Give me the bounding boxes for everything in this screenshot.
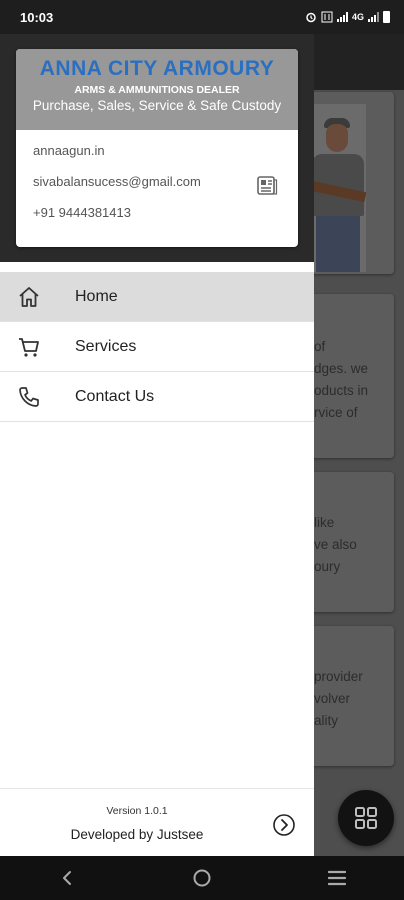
signal-icon <box>336 12 348 22</box>
home-nav-button[interactable] <box>162 856 242 900</box>
drawer-footer: Version 1.0.1 Developed by Justsee <box>0 788 314 856</box>
recents-button[interactable] <box>297 856 377 900</box>
network-type: 4G <box>351 12 364 22</box>
drawer-menu: Home Services Contact Us <box>0 272 314 422</box>
back-button[interactable] <box>27 856 107 900</box>
alarm-icon <box>306 12 316 23</box>
brand-title: ANNA CITY ARMOURY <box>39 57 275 80</box>
status-bar: 10:03 4G <box>0 0 404 34</box>
home-circle-icon <box>193 869 211 887</box>
status-time: 10:03 <box>20 9 54 25</box>
menu-item-services[interactable]: Services <box>0 322 314 372</box>
battery-icon <box>383 11 390 23</box>
menu-label-home: Home <box>75 287 118 305</box>
chevron-right-circle-icon[interactable] <box>272 813 296 837</box>
brand-contact-info: annaagun.in sivabalansucess@gmail.com +9… <box>16 130 298 235</box>
website-link[interactable]: annaagun.in <box>33 142 298 173</box>
grid-icon <box>355 807 377 829</box>
grid-menu-button[interactable] <box>338 790 394 846</box>
status-icons: 4G <box>305 11 390 23</box>
menu-label-services: Services <box>75 337 137 355</box>
navigation-drawer: ANNA CITY ARMOURY ARMS & AMMUNITIONS DEA… <box>0 34 314 856</box>
brand-tagline: Purchase, Sales, Service & Safe Custody <box>32 98 282 113</box>
recents-icon <box>327 870 346 886</box>
menu-item-contact-us[interactable]: Contact Us <box>0 372 314 422</box>
back-icon <box>63 871 72 885</box>
gunsmith-photo <box>305 104 367 272</box>
cart-icon <box>19 338 39 357</box>
brand-card: ANNA CITY ARMOURY ARMS & AMMUNITIONS DEA… <box>16 49 298 247</box>
system-navigation-bar <box>0 856 404 900</box>
phone-icon <box>19 387 39 407</box>
home-icon <box>19 287 39 307</box>
menu-label-contact-us: Contact Us <box>75 387 155 405</box>
menu-item-home[interactable]: Home <box>0 272 314 322</box>
data-icon <box>321 11 333 23</box>
signal-icon-2 <box>368 12 379 22</box>
version-text: Version 1.0.1 <box>106 805 168 817</box>
phone-link[interactable]: +91 9444381413 <box>33 204 298 235</box>
brand-banner: ANNA CITY ARMOURY ARMS & AMMUNITIONS DEA… <box>16 49 298 130</box>
contact-card-icon[interactable] <box>256 174 278 196</box>
developer-credit: Developed by Justsee <box>70 827 204 842</box>
brand-subtitle: ARMS & AMMUNITIONS DEALER <box>74 84 240 96</box>
drawer-header: ANNA CITY ARMOURY ARMS & AMMUNITIONS DEA… <box>0 34 314 262</box>
